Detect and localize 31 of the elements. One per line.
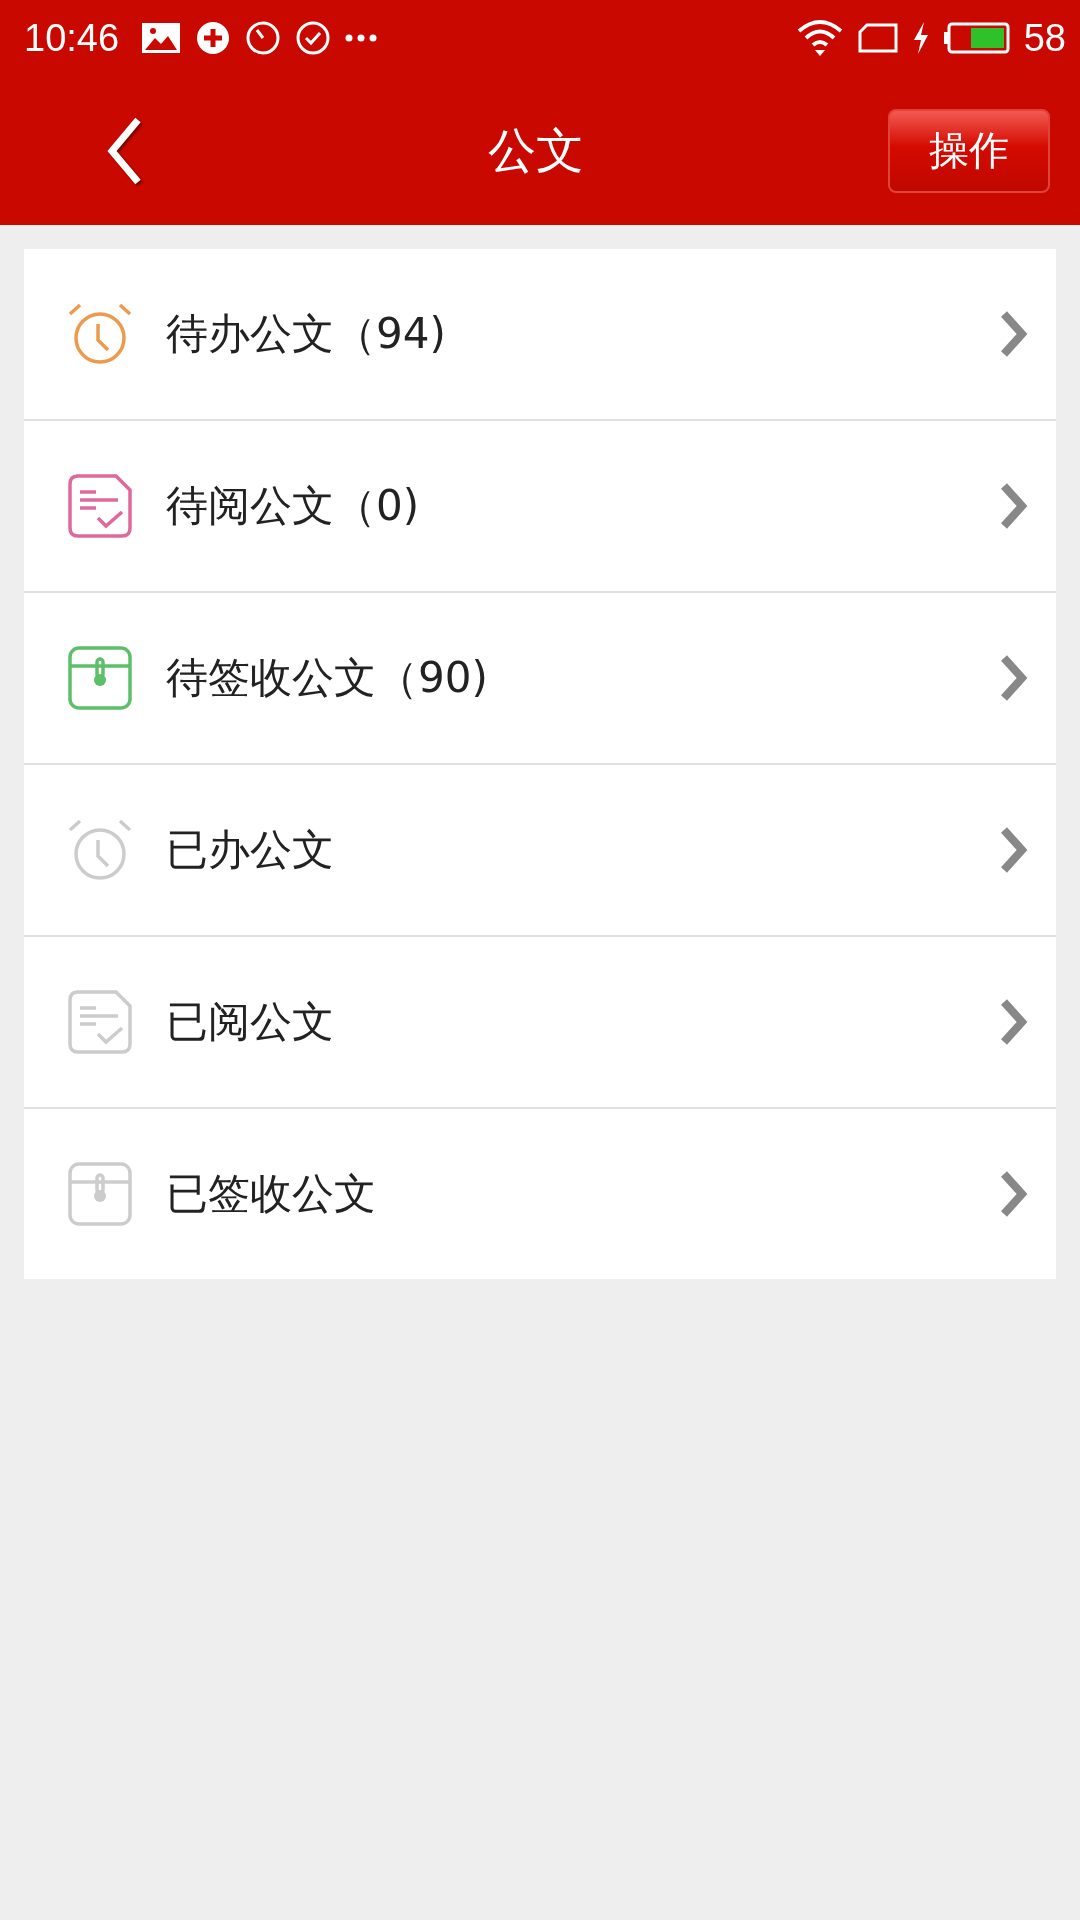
list-item[interactable]: 待签收公文（90) — [24, 593, 1056, 765]
check-circle-icon — [295, 20, 332, 56]
item-label: 已阅公文 — [166, 996, 335, 1048]
battery-icon — [943, 22, 1010, 54]
chevron-right-icon — [998, 998, 1028, 1046]
item-label: 已办公文 — [166, 824, 335, 876]
list-item[interactable]: 已阅公文 — [24, 937, 1056, 1109]
action-button[interactable]: 操作 — [888, 108, 1050, 193]
image-icon — [141, 22, 182, 54]
charging-icon — [911, 22, 930, 54]
gauge-icon — [245, 20, 282, 56]
chevron-right-icon — [998, 826, 1028, 874]
chevron-right-icon — [998, 1170, 1028, 1218]
wifi-icon — [795, 19, 844, 57]
sync-plus-icon — [195, 20, 232, 56]
list-item[interactable]: 已签收公文 — [24, 1109, 1056, 1279]
list-item[interactable]: 待办公文（94) — [24, 249, 1056, 421]
battery-percent: 58 — [1023, 16, 1066, 60]
more-icon — [345, 34, 378, 42]
item-label: 已签收公文 — [166, 1168, 377, 1220]
status-time: 10:46 — [24, 16, 120, 60]
chevron-right-icon — [998, 310, 1028, 358]
page-title: 公文 — [487, 120, 585, 180]
sim-card-icon — [857, 23, 898, 53]
item-label: 待阅公文（0) — [166, 480, 421, 532]
list-item[interactable]: 已办公文 — [24, 765, 1056, 937]
item-label: 待签收公文（90) — [166, 652, 489, 704]
item-label: 待办公文（94) — [166, 308, 447, 360]
list-item[interactable]: 待阅公文（0) — [24, 421, 1056, 593]
chevron-right-icon — [998, 654, 1028, 702]
chevron-right-icon — [998, 482, 1028, 530]
